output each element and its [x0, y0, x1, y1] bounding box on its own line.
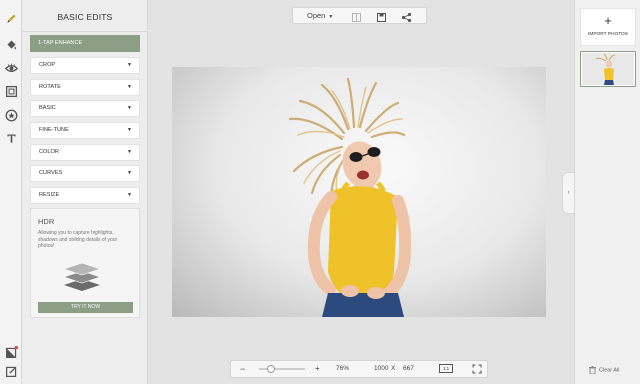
menu-item-crop[interactable]: CROP ▼	[30, 57, 140, 74]
open-menu[interactable]: Open ▼	[307, 8, 333, 23]
import-label: IMPORT PHOTOS	[588, 32, 628, 37]
menu-item-resize[interactable]: RESIZE ▼	[30, 187, 140, 204]
hdr-description: Allowing you to capture highlights, shad…	[38, 230, 118, 250]
zoom-slider-track[interactable]	[259, 368, 305, 370]
eye-icon[interactable]	[3, 60, 19, 76]
basic-edits-panel: BASIC EDITS 1-TAP ENHANCE CROP ▼ ROTATE ▼ …	[22, 0, 148, 384]
woman-photo	[288, 77, 412, 317]
caret-down-icon: ▼	[127, 127, 132, 133]
caret-down-icon: ▼	[328, 14, 334, 20]
tool-rail	[0, 0, 22, 384]
fullscreen-icon[interactable]	[472, 364, 482, 374]
menu-item-curves[interactable]: CURVES ▼	[30, 165, 140, 182]
image-width: 1000	[374, 365, 389, 372]
image-height: 667	[403, 365, 414, 372]
hdr-layers-illustration	[63, 262, 101, 291]
plus-icon: +	[604, 13, 612, 28]
fill-bucket-icon[interactable]	[3, 36, 19, 52]
panel-title: BASIC EDITS	[22, 0, 148, 32]
pencil-icon[interactable]	[3, 10, 19, 26]
photo-thumbnail[interactable]	[580, 51, 636, 87]
caret-down-icon: ▼	[127, 149, 132, 155]
menu-item-rotate[interactable]: ROTATE ▼	[30, 79, 140, 96]
zoom-slider-handle[interactable]	[266, 365, 275, 373]
zoom-out-button[interactable]: −	[240, 361, 245, 377]
photo-canvas[interactable]	[172, 67, 546, 317]
dimension-separator: X	[391, 365, 396, 372]
hdr-promo-card: HDR Allowing you to capture highlights, …	[30, 208, 140, 318]
caret-down-icon: ▼	[127, 105, 132, 111]
share-icon[interactable]	[401, 10, 412, 23]
import-photos-button[interactable]: + IMPORT PHOTOS	[580, 8, 636, 46]
actual-size-button[interactable]: 1:1	[439, 364, 453, 373]
menu-item-color[interactable]: COLOR ▼	[30, 144, 140, 161]
caret-down-icon: ▼	[127, 62, 132, 68]
hdr-title: HDR	[38, 217, 55, 226]
zoom-percent: 76%	[336, 365, 350, 372]
thumbnail-image	[582, 53, 634, 85]
zoom-in-button[interactable]: +	[315, 361, 320, 377]
edit-export-icon[interactable]	[3, 363, 19, 379]
caret-down-icon: ▼	[127, 84, 132, 90]
menu-item-fine-tune[interactable]: FINE-TUNE ▼	[30, 122, 140, 139]
sticker-icon[interactable]	[3, 107, 19, 123]
trash-icon	[589, 366, 596, 374]
top-toolbar: Open ▼	[292, 7, 427, 24]
caret-down-icon: ▼	[127, 192, 132, 198]
clear-all-button[interactable]: Clear All	[589, 366, 619, 374]
save-icon[interactable]	[376, 10, 387, 22]
collapse-panel-toggle[interactable]: ›	[562, 172, 574, 214]
try-it-now-button[interactable]: TRY IT NOW	[38, 302, 133, 313]
overlay-icon[interactable]	[3, 344, 19, 360]
frame-icon[interactable]	[3, 83, 19, 99]
one-tap-enhance-button[interactable]: 1-TAP ENHANCE	[30, 35, 140, 52]
photos-panel: + IMPORT PHOTOS Clear All	[574, 0, 640, 384]
chevron-right-icon: ›	[567, 190, 570, 196]
compare-icon[interactable]	[351, 10, 362, 22]
zoom-bar: − + 76% 1000 X 667 1:1	[230, 360, 488, 378]
text-icon[interactable]	[3, 130, 19, 146]
menu-item-basic[interactable]: BASIC ▼	[30, 100, 140, 117]
caret-down-icon: ▼	[127, 170, 132, 176]
